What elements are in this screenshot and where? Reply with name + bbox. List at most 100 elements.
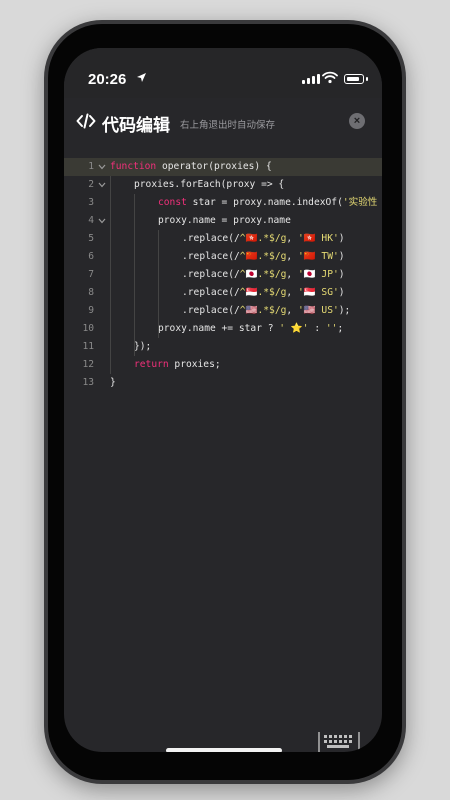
code-token: '实验性 [342,197,378,208]
code-text: .replace(/^🇺🇸.*$/g, '🇺🇸 US'); [182,302,350,320]
status-bar: 20:26 [64,48,382,98]
code-token: '🇯🇵 JP' [297,269,339,280]
code-line[interactable]: 9 .replace(/^🇺🇸.*$/g, '🇺🇸 US'); [64,302,382,320]
code-token: .replace(/ [182,269,240,280]
code-text: .replace(/^🇸🇬.*$/g, '🇸🇬 SG') [182,284,345,302]
home-indicator[interactable] [166,748,282,752]
code-token: } [110,377,116,388]
code-token: return [134,359,169,370]
code-token: ^🇨🇳.*$/g [239,251,287,262]
code-token: proxies; [168,359,221,370]
code-token: .replace(/ [182,251,240,262]
code-token: '🇨🇳 TW' [297,251,339,262]
code-token: , [286,305,298,316]
code-token: ^🇭🇰.*$/g [239,233,287,244]
page-title: 代码编辑 [102,116,170,135]
line-number: 6 [88,251,94,262]
code-text: function operator(proxies) { [110,158,272,176]
code-editor[interactable]: 1 function operator(proxies) { 2 proxies.fo… [64,158,382,678]
code-line[interactable]: 6 .replace(/^🇨🇳.*$/g, '🇨🇳 TW') [64,248,382,266]
code-token: , [286,251,298,262]
battery-tip [366,77,368,81]
indent-guide [158,230,159,338]
code-token: '🇭🇰 HK' [297,233,339,244]
location-arrow-icon [137,73,146,82]
signal-icon [302,74,320,84]
code-token: ^🇯🇵.*$/g [239,269,287,280]
phone-frame: 20:26 代码编辑 右上角退出时自动保存 × 1 function opera… [44,20,406,784]
code-token: ; [337,323,344,334]
line-number: 1 [88,161,94,172]
line-number: 5 [88,233,94,244]
code-line[interactable]: 13} [64,374,382,392]
code-token: '🇺🇸 US' [297,305,339,316]
line-number: 8 [88,287,94,298]
line-number: 7 [88,269,94,280]
code-token: proxy.name = proxy.name [158,215,291,226]
code-text: .replace(/^🇨🇳.*$/g, '🇨🇳 TW') [182,248,345,266]
code-line[interactable]: 5 .replace(/^🇭🇰.*$/g, '🇭🇰 HK') [64,230,382,248]
battery-icon [344,74,364,84]
code-token: .replace(/ [182,233,240,244]
code-line[interactable]: 7 .replace(/^🇯🇵.*$/g, '🇯🇵 JP') [64,266,382,284]
editor-header: 代码编辑 右上角退出时自动保存 × [64,98,382,148]
code-token: , [286,287,298,298]
code-token: , [286,233,298,244]
code-line[interactable]: 12 return proxies; [64,356,382,374]
code-token: const [158,197,187,208]
code-token: ) [338,251,345,262]
code-line[interactable]: 1 function operator(proxies) { [64,158,382,176]
line-number: 13 [82,377,94,388]
code-line[interactable]: 3 const star = proxy.name.indexOf('实验性 [64,194,382,212]
code-token: .replace(/ [182,305,240,316]
code-text: return proxies; [134,356,221,374]
chevron-down-icon[interactable] [98,218,106,224]
chevron-down-icon[interactable] [98,182,106,188]
indent-guide [134,194,135,356]
code-token: '🇸🇬 SG' [297,287,339,298]
code-text: proxies.forEach(proxy => { [134,176,284,194]
code-token: }); [134,341,152,352]
code-token: ^🇺🇸.*$/g [239,305,287,316]
code-token: .replace(/ [182,287,240,298]
code-token: : [308,323,326,334]
code-token: , [286,269,298,280]
code-token: '' [325,323,338,334]
line-number: 12 [82,359,94,370]
chevron-down-icon[interactable] [98,164,106,170]
code-token: ) [338,233,345,244]
code-line[interactable]: 4 proxy.name = proxy.name [64,212,382,230]
indent-guide [110,176,111,374]
wifi-icon [322,71,338,84]
code-text: } [110,374,116,392]
status-time: 20:26 [88,71,127,88]
code-token: ^🇸🇬.*$/g [239,287,287,298]
close-button[interactable]: × [349,113,365,129]
close-icon: × [353,115,361,127]
line-number: 3 [88,197,94,208]
code-token: ) [338,287,345,298]
code-text: }); [134,338,151,356]
line-number: 11 [82,341,94,352]
line-number: 9 [88,305,94,316]
code-token: function [110,161,157,172]
code-text: proxy.name += star ? ' ⭐' : ''; [158,320,343,338]
code-token: star = proxy.name.indexOf( [186,197,343,208]
code-token: proxy.name += star ? [158,323,280,334]
code-line[interactable]: 8 .replace(/^🇸🇬.*$/g, '🇸🇬 SG') [64,284,382,302]
code-token: operator(proxies) { [156,161,272,172]
code-text: .replace(/^🇭🇰.*$/g, '🇭🇰 HK') [182,230,345,248]
keyboard-icon[interactable] [318,730,360,752]
code-token: ' ⭐' [279,323,309,334]
code-token: proxies.forEach(proxy => { [134,179,285,190]
code-line[interactable]: 10 proxy.name += star ? ' ⭐' : ''; [64,320,382,338]
code-line[interactable]: 2 proxies.forEach(proxy => { [64,176,382,194]
line-number: 2 [88,179,94,190]
code-text: .replace(/^🇯🇵.*$/g, '🇯🇵 JP') [182,266,345,284]
code-line[interactable]: 11}); [64,338,382,356]
code-text: proxy.name = proxy.name [158,212,291,230]
code-text: const star = proxy.name.indexOf('实验性 [158,194,377,212]
code-token: ); [338,305,351,316]
page-subtitle: 右上角退出时自动保存 [180,120,276,131]
line-number: 10 [82,323,94,334]
